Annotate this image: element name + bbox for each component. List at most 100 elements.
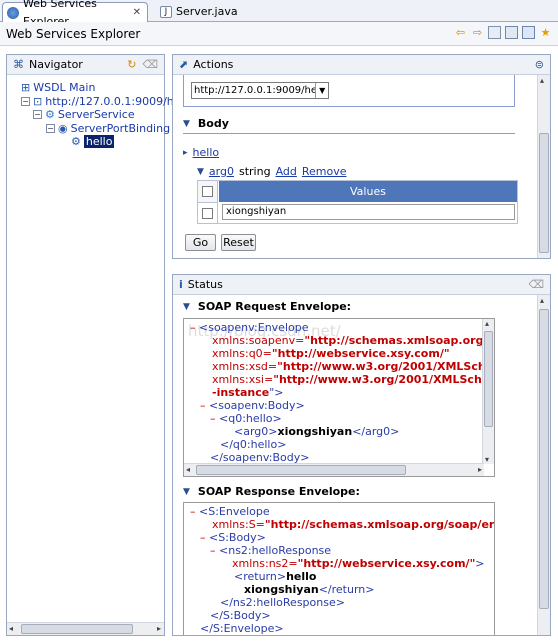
collapse-icon[interactable]: − bbox=[46, 124, 55, 133]
response-envelope-box: – <S:Envelope xmlns:S="http://schemas.xm… bbox=[183, 502, 495, 635]
tree-item-operation[interactable]: ⚙ hello bbox=[71, 135, 115, 148]
favorites-icon[interactable]: ★ bbox=[539, 26, 552, 39]
xml-attr: xmlns:soapenv= bbox=[212, 334, 305, 347]
request-label: SOAP Request Envelope: bbox=[197, 300, 352, 313]
select-all-checkbox[interactable] bbox=[202, 186, 213, 197]
wsdl-page-icon[interactable] bbox=[488, 26, 501, 39]
tree-item-url[interactable]: − ⊡ http://127.0.0.1:9009/hello bbox=[21, 95, 193, 108]
operation-icon: ⚙ bbox=[71, 135, 81, 148]
navigator-title: Navigator bbox=[29, 58, 83, 71]
actions-panel: ⬈ Actions ⊜ http://127.0.0.1:9009/hello … bbox=[172, 54, 551, 259]
wsil-page-icon[interactable] bbox=[522, 26, 535, 39]
globe-icon bbox=[7, 6, 19, 19]
request-header[interactable]: ▼ SOAP Request Envelope: bbox=[183, 300, 351, 313]
status-panel: i Status ⌫ ▼ SOAP Request Envelope: http… bbox=[172, 274, 551, 636]
xml-tag: <soapenv:Body> bbox=[209, 399, 305, 412]
explorer-header: Web Services Explorer ⇦ ⇨ ★ bbox=[0, 22, 558, 46]
scroll-right-icon[interactable]: ▸ bbox=[478, 465, 482, 474]
xml-prefix: – bbox=[190, 321, 199, 334]
actions-vscrollbar[interactable]: ▴ bbox=[537, 75, 550, 258]
info-icon: i bbox=[179, 278, 183, 291]
actions-title-bar: ⬈ Actions ⊜ bbox=[173, 55, 550, 75]
tree-item-wsdl-main[interactable]: ⊞ WSDL Main bbox=[21, 81, 95, 94]
tab-server-java[interactable]: J Server.java bbox=[156, 2, 266, 22]
forward-arrow-icon[interactable]: ⇨ bbox=[471, 26, 484, 39]
tree-item-binding[interactable]: − ◉ ServerPortBinding bbox=[46, 122, 170, 135]
chevron-down-icon[interactable]: ▼ bbox=[315, 83, 328, 98]
tab-web-services-explorer[interactable]: Web Services Explorer ✕ bbox=[2, 0, 148, 28]
collapse-triangle-icon[interactable]: ▼ bbox=[197, 167, 204, 177]
body-divider bbox=[183, 133, 515, 134]
go-button[interactable]: Go bbox=[185, 234, 216, 251]
expand-triangle-icon[interactable]: ▼ bbox=[183, 487, 190, 497]
scroll-left-icon[interactable]: ◂ bbox=[9, 624, 13, 633]
xml-val: "http://webservice.xsy.com/" bbox=[297, 557, 476, 570]
arg-type: string bbox=[238, 165, 271, 178]
expand-triangle-icon[interactable]: ▼ bbox=[183, 302, 190, 312]
reset-button[interactable]: Reset bbox=[221, 234, 256, 251]
xml-val: "http://webservice.xsy.com/" bbox=[271, 347, 450, 360]
endpoint-value: http://127.0.0.1:9009/hello bbox=[194, 85, 316, 96]
binding-icon: ◉ bbox=[58, 122, 68, 135]
scroll-thumb[interactable] bbox=[21, 624, 133, 634]
navigator-hscrollbar[interactable]: ◂ ▸ bbox=[7, 622, 164, 635]
arg-row: ▼ arg0 string Add Remove bbox=[197, 165, 347, 178]
actions-title: Actions bbox=[193, 58, 234, 71]
add-link[interactable]: Add bbox=[276, 165, 297, 178]
collapse-icon[interactable]: − bbox=[33, 110, 42, 119]
scroll-thumb[interactable] bbox=[539, 133, 549, 253]
xml-text: xiongshiyan bbox=[244, 583, 319, 596]
request-vscrollbar[interactable]: ▴ ▾ bbox=[482, 319, 494, 464]
xml-val: "http://www.w3.org/2001/XMLSchem bbox=[273, 373, 495, 386]
expand-triangle-icon[interactable]: ▼ bbox=[183, 119, 190, 129]
scroll-thumb[interactable] bbox=[484, 331, 493, 427]
close-icon[interactable]: ✕ bbox=[133, 4, 141, 22]
navigator-icon: ⌘ bbox=[13, 58, 24, 71]
clear-icon[interactable]: ⌫ bbox=[142, 58, 158, 71]
source-icon[interactable]: ⊜ bbox=[535, 58, 544, 71]
scroll-up-icon[interactable]: ▴ bbox=[540, 296, 544, 305]
collapse-icon[interactable]: − bbox=[21, 97, 30, 106]
xml-attr: xmlns:xsi= bbox=[212, 373, 274, 386]
scroll-down-icon[interactable]: ▾ bbox=[485, 455, 489, 464]
endpoint-select[interactable]: http://127.0.0.1:9009/hello ▼ bbox=[191, 82, 329, 99]
tree-label: WSDL Main bbox=[33, 81, 96, 94]
arg-link[interactable]: arg0 bbox=[209, 165, 234, 178]
scroll-up-icon[interactable]: ▴ bbox=[540, 76, 544, 85]
scroll-thumb[interactable] bbox=[196, 465, 406, 475]
remove-link[interactable]: Remove bbox=[302, 165, 347, 178]
expand-triangle-icon[interactable]: ▸ bbox=[183, 148, 188, 158]
tree-item-service[interactable]: − ⚙ ServerService bbox=[33, 108, 135, 121]
xml-tag: <return> bbox=[234, 570, 287, 583]
xml-tag: </q0:hello> bbox=[220, 438, 287, 451]
body-section-header[interactable]: ▼ Body bbox=[183, 117, 229, 130]
request-hscrollbar[interactable]: ◂ ▸ bbox=[184, 463, 484, 476]
scroll-up-icon[interactable]: ▴ bbox=[485, 319, 489, 328]
back-arrow-icon[interactable]: ⇦ bbox=[454, 26, 467, 39]
uddi-page-icon[interactable] bbox=[505, 26, 518, 39]
xml-text: hello bbox=[286, 570, 317, 583]
body-label: Body bbox=[197, 117, 229, 130]
value-input[interactable]: xiongshiyan bbox=[222, 204, 515, 220]
xml-close-tag: </return> bbox=[318, 583, 375, 596]
tree-label: hello bbox=[83, 135, 115, 148]
clear-status-icon[interactable]: ⌫ bbox=[528, 278, 544, 291]
scroll-right-icon[interactable]: ▸ bbox=[157, 624, 161, 633]
scroll-thumb[interactable] bbox=[539, 309, 549, 609]
status-vscrollbar[interactable]: ▴ bbox=[537, 295, 550, 635]
xml-tag: </S:Envelope> bbox=[200, 622, 284, 635]
row-checkbox[interactable] bbox=[202, 207, 213, 219]
wsdl-icon: ⊞ bbox=[21, 81, 31, 94]
xml-prefix: – bbox=[210, 412, 219, 425]
operation-row[interactable]: ▸ hello bbox=[183, 146, 219, 159]
scroll-left-icon[interactable]: ◂ bbox=[186, 465, 190, 474]
xml-tag: <S:Body> bbox=[209, 531, 266, 544]
tree-label: ServerService bbox=[57, 108, 135, 121]
xml-attr: xmlns:S= bbox=[212, 518, 265, 531]
tab-label: Server.java bbox=[176, 5, 238, 18]
operation-link[interactable]: hello bbox=[193, 146, 220, 159]
endpoint-icon: ⊡ bbox=[33, 95, 43, 108]
refresh-icon[interactable]: ↻ bbox=[127, 58, 136, 71]
xml-val: "http://www.w3.org/2001/XMLSchem bbox=[277, 360, 495, 373]
response-header[interactable]: ▼ SOAP Response Envelope: bbox=[183, 485, 360, 498]
